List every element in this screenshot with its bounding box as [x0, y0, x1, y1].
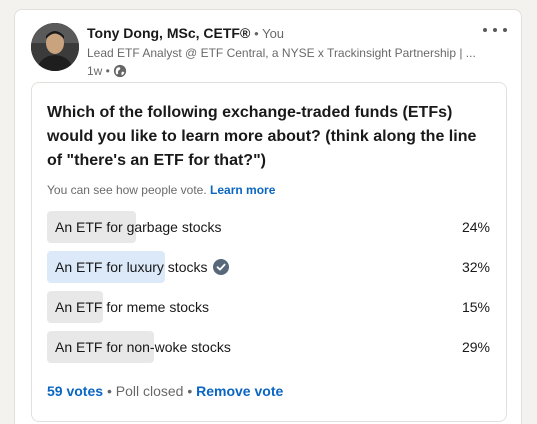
avatar[interactable]: [31, 23, 79, 71]
poll-option-luxury: An ETF for luxury stocks 32%: [47, 251, 490, 283]
ellipsis-dot: [483, 28, 487, 32]
poll-option-label: An ETF for luxury stocks: [55, 251, 230, 283]
connection-degree: • You: [254, 26, 285, 41]
poll-option-label: An ETF for meme stocks: [55, 291, 209, 323]
poll-option-percent: 29%: [461, 339, 490, 355]
post-meta: 1w •: [87, 63, 476, 79]
poll-visibility-note: You can see how people vote. Learn more: [47, 182, 275, 198]
poll-option-text: An ETF for meme stocks: [55, 299, 210, 315]
author-headline: Lead ETF Analyst @ ETF Central, a NYSE x…: [87, 46, 476, 60]
separator-dot: •: [106, 383, 112, 399]
poll-option-percent: 32%: [461, 259, 490, 275]
post-card: Tony Dong, MSc, CETF® • You Lead ETF Ana…: [14, 9, 522, 424]
ellipsis-icon[interactable]: [483, 22, 507, 38]
poll-option-text: An ETF for luxury stocks: [55, 259, 208, 275]
poll-option-text: An ETF for non-woke stocks: [55, 339, 231, 355]
globe-icon: [113, 64, 126, 78]
check-circle-icon: [213, 259, 230, 275]
poll-option-label: An ETF for non-woke stocks: [55, 331, 231, 363]
author-block: Tony Dong, MSc, CETF® • You Lead ETF Ana…: [87, 24, 476, 79]
author-name[interactable]: Tony Dong, MSc, CETF®: [87, 25, 250, 41]
author-line: Tony Dong, MSc, CETF® • You: [87, 24, 476, 43]
poll-question: Which of the following exchange-traded f…: [47, 104, 477, 169]
poll-option-label: An ETF for garbage stocks: [55, 211, 222, 243]
poll-status: Poll closed: [115, 383, 184, 399]
poll-container: Which of the following exchange-traded f…: [31, 82, 507, 422]
ellipsis-dot: [493, 28, 497, 32]
poll-option-garbage: An ETF for garbage stocks 24%: [47, 211, 490, 243]
separator-dot: •: [187, 383, 193, 399]
learn-more-link[interactable]: Learn more: [210, 183, 275, 197]
poll-option-non-woke: An ETF for non-woke stocks 29%: [47, 331, 490, 363]
votes-count-link[interactable]: 59 votes: [47, 383, 103, 399]
poll-option-percent: 15%: [461, 299, 490, 315]
poll-option-meme: An ETF for meme stocks 15%: [47, 291, 490, 323]
poll-option-percent: 24%: [461, 219, 490, 235]
visibility-text: You can see how people vote.: [47, 183, 207, 197]
post-time: 1w •: [87, 64, 110, 78]
profile-photo: [31, 23, 79, 71]
remove-vote-button[interactable]: Remove vote: [196, 383, 283, 399]
poll-footer: 59 votes • Poll closed • Remove vote: [47, 381, 283, 401]
ellipsis-dot: [503, 28, 507, 32]
poll-option-text: An ETF for garbage stocks: [55, 219, 222, 235]
